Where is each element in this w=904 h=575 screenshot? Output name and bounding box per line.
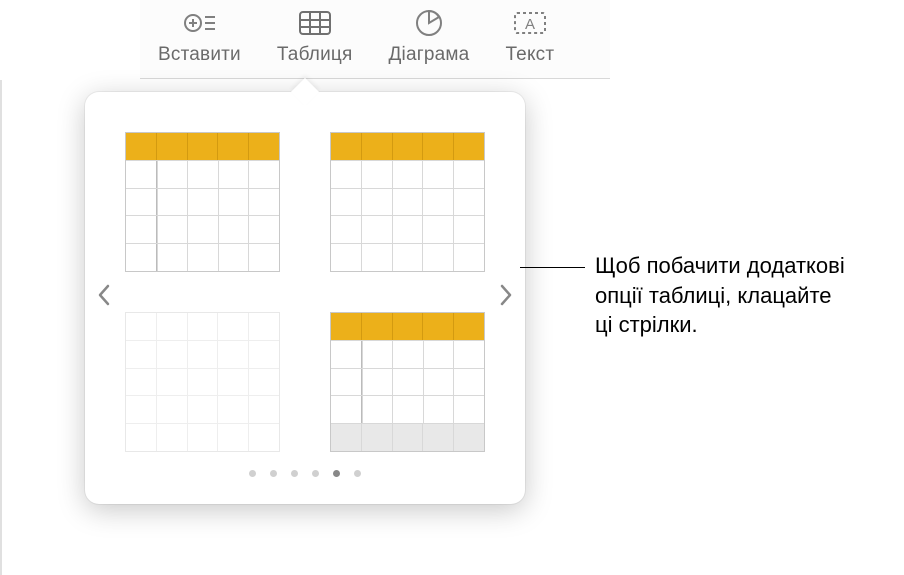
toolbar: Вставити Таблиця Діаграма A Текст: [140, 0, 610, 79]
callout-line: [520, 267, 585, 268]
window-edge: [0, 80, 2, 575]
page-dot-4[interactable]: [312, 470, 319, 477]
callout-text: Щоб побачити додаткові опції таблиці, кл…: [595, 251, 855, 340]
table-style-option-3[interactable]: [125, 312, 280, 452]
toolbar-label: Діаграма: [388, 44, 469, 66]
toolbar-label: Вставити: [158, 44, 241, 66]
toolbar-label: Таблиця: [277, 44, 353, 66]
previous-page-arrow[interactable]: [91, 272, 117, 324]
page-dot-6[interactable]: [354, 470, 361, 477]
page-dot-3[interactable]: [291, 470, 298, 477]
toolbar-chart[interactable]: Діаграма: [370, 8, 487, 66]
insert-icon: [182, 8, 216, 38]
toolbar-table[interactable]: Таблиця: [259, 8, 371, 66]
page-indicator: [125, 470, 485, 477]
chart-icon: [412, 8, 446, 38]
table-styles-grid: [125, 132, 485, 452]
table-style-option-1[interactable]: [125, 132, 280, 272]
table-style-option-4[interactable]: [330, 312, 485, 452]
page-dot-5[interactable]: [333, 470, 340, 477]
table-icon: [298, 8, 332, 38]
text-icon: A: [513, 8, 547, 38]
table-style-option-2[interactable]: [330, 132, 485, 272]
toolbar-text[interactable]: A Текст: [487, 8, 572, 66]
svg-text:A: A: [525, 16, 535, 33]
toolbar-insert[interactable]: Вставити: [140, 8, 259, 66]
page-dot-2[interactable]: [270, 470, 277, 477]
table-styles-popover: [85, 92, 525, 504]
next-page-arrow[interactable]: [493, 272, 519, 324]
page-dot-1[interactable]: [249, 470, 256, 477]
toolbar-label: Текст: [505, 44, 554, 66]
